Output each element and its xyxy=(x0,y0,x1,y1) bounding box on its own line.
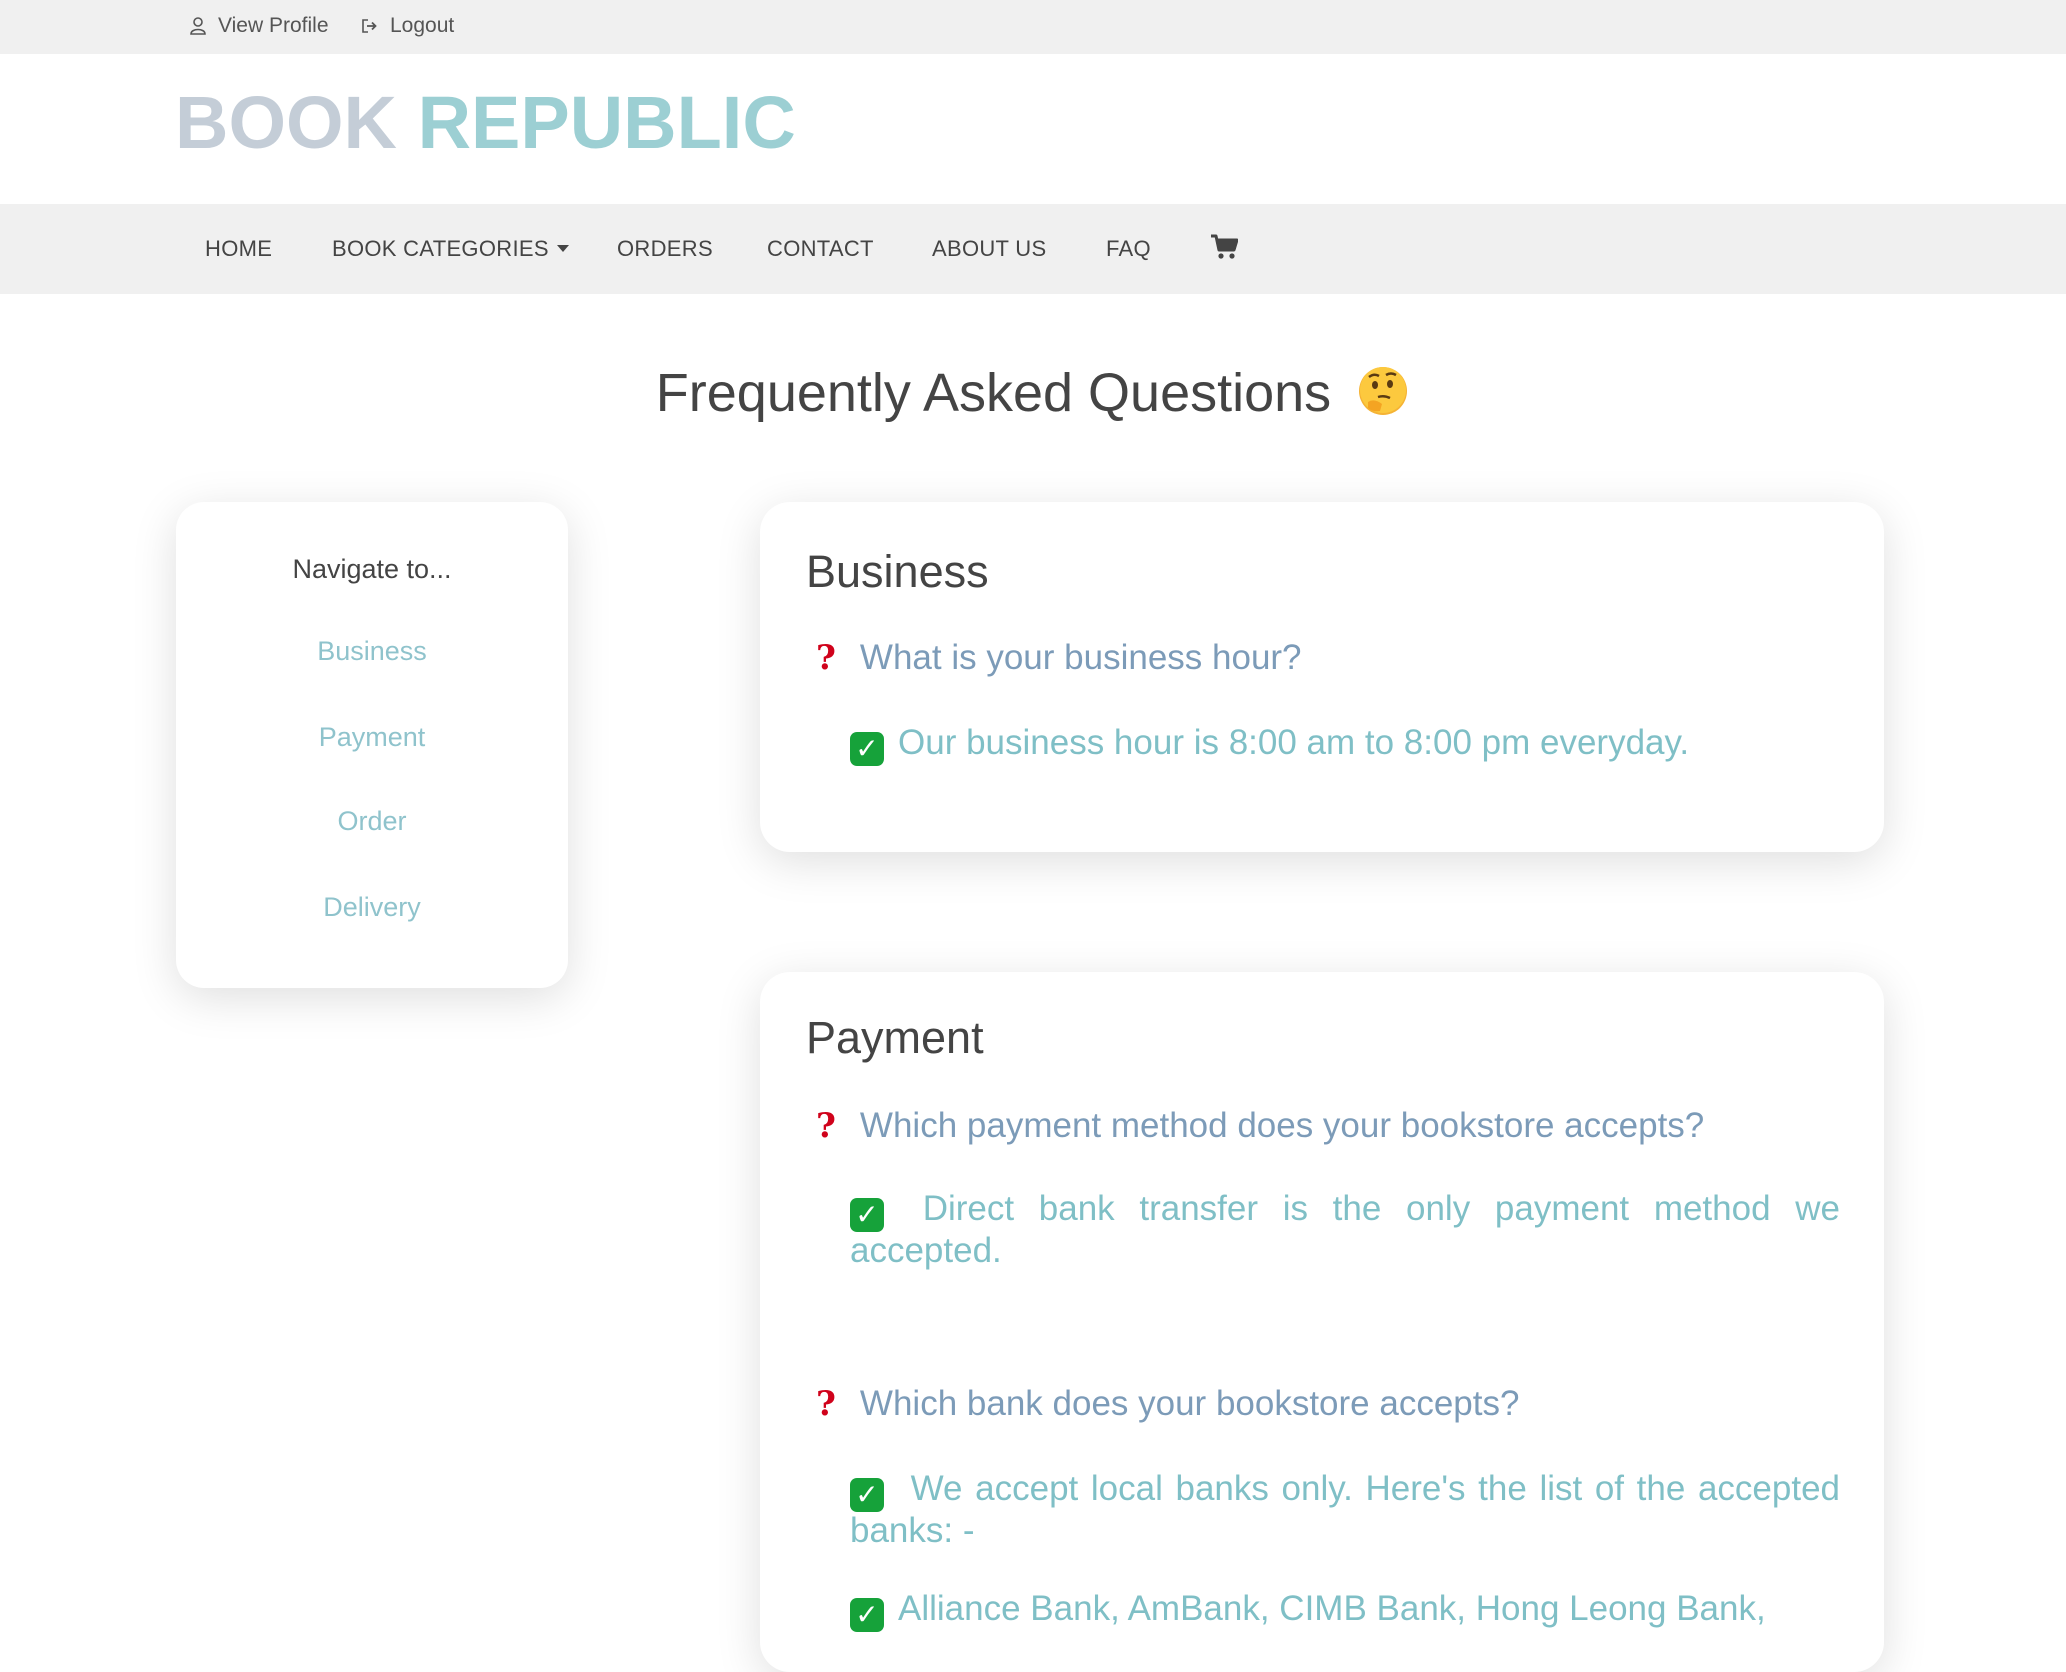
page-title: Frequently Asked Questions xyxy=(0,362,2066,424)
answer-text: Our business hour is 8:00 am to 8:00 pm … xyxy=(898,723,1690,762)
faq-answer: ✓ Alliance Bank, AmBank, CIMB Bank, Hong … xyxy=(850,1590,1840,1632)
site-header: BOOK REPUBLIC xyxy=(0,54,2066,204)
faq-answer: ✓ Our business hour is 8:00 am to 8:00 pm… xyxy=(850,724,1840,766)
question-text: Which bank does your bookstore accepts? xyxy=(859,1384,1520,1423)
check-mark-icon: ✓ xyxy=(850,1198,884,1232)
check-mark-icon: ✓ xyxy=(850,1598,884,1632)
sidebar-item-business[interactable]: Business xyxy=(176,636,568,667)
faq-question: ? Which bank does your bookstore accepts… xyxy=(806,1384,1519,1424)
sidebar-item-payment[interactable]: Payment xyxy=(176,722,568,753)
sidebar-item-delivery[interactable]: Delivery xyxy=(176,892,568,923)
view-profile-label: View Profile xyxy=(218,14,329,37)
nav-book-categories-label: BOOK CATEGORIES xyxy=(332,236,549,261)
check-mark-icon: ✓ xyxy=(850,1478,884,1512)
faq-question: ? What is your business hour? xyxy=(806,638,1302,678)
page-title-text: Frequently Asked Questions xyxy=(655,363,1332,423)
navigate-card: Navigate to... Business Payment Order De… xyxy=(176,502,568,988)
nav-contact[interactable]: CONTACT xyxy=(767,236,874,262)
brand-part-2: REPUBLIC xyxy=(417,81,796,164)
thinking-face-icon xyxy=(1359,366,1408,415)
check-mark-icon: ✓ xyxy=(850,732,884,766)
faq-answer: ✓ Direct bank transfer is the only payme… xyxy=(850,1190,1840,1270)
payment-section-title: Payment xyxy=(806,1012,984,1063)
nav-about-us[interactable]: ABOUT US xyxy=(932,236,1046,262)
shopping-cart-icon[interactable] xyxy=(1210,234,1238,260)
faq-answer: ✓ We accept local banks only. Here's the… xyxy=(850,1470,1840,1550)
question-text: What is your business hour? xyxy=(859,638,1302,677)
nav-book-categories[interactable]: BOOK CATEGORIES xyxy=(332,236,569,262)
payment-section: Payment ? Which payment method does your… xyxy=(760,972,1884,1672)
main-nav: HOME BOOK CATEGORIES ORDERS CONTACT ABOU… xyxy=(0,204,2066,294)
nav-faq[interactable]: FAQ xyxy=(1106,236,1151,262)
question-text: Which payment method does your bookstore… xyxy=(859,1106,1705,1145)
caret-down-icon xyxy=(556,244,569,252)
faq-question: ? Which payment method does your booksto… xyxy=(806,1106,1704,1146)
business-section-title: Business xyxy=(806,546,989,597)
answer-text: Alliance Bank, AmBank, CIMB Bank, Hong L… xyxy=(898,1589,1766,1628)
nav-orders[interactable]: ORDERS xyxy=(617,236,713,262)
business-section: Business ? What is your business hour? ✓… xyxy=(760,502,1884,852)
nav-home[interactable]: HOME xyxy=(205,236,272,262)
brand-part-1: BOOK xyxy=(175,81,397,164)
question-mark-icon: ? xyxy=(816,1384,836,1424)
answer-text: We accept local banks only. Here's the l… xyxy=(850,1469,1840,1550)
question-mark-icon: ? xyxy=(816,1106,836,1146)
view-profile-link[interactable]: View Profile xyxy=(188,14,329,38)
sidebar-item-order[interactable]: Order xyxy=(176,806,568,837)
logout-link[interactable]: Logout xyxy=(360,14,454,38)
question-mark-icon: ? xyxy=(816,638,836,678)
logout-label: Logout xyxy=(390,14,455,37)
sign-out-icon xyxy=(362,19,377,33)
answer-text: Direct bank transfer is the only payment… xyxy=(850,1189,1840,1270)
navigate-heading: Navigate to... xyxy=(292,554,452,584)
top-bar: View Profile Logout xyxy=(0,0,2066,54)
brand-logo[interactable]: BOOK REPUBLIC xyxy=(175,86,796,160)
user-icon xyxy=(190,17,206,35)
